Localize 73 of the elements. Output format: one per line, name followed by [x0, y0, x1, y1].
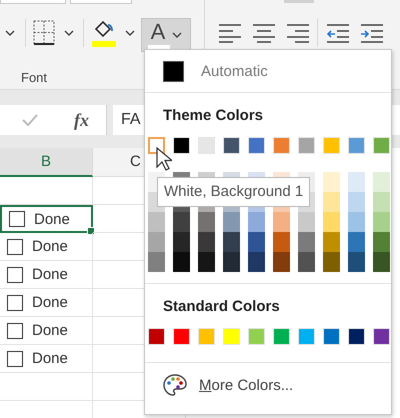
borders-icon[interactable]: [33, 20, 55, 46]
checkbox-label: Done: [34, 210, 70, 228]
color-swatch[interactable]: [373, 252, 390, 272]
fill-handle[interactable]: [87, 227, 95, 235]
color-swatch[interactable]: [323, 252, 340, 272]
color-swatch[interactable]: [373, 172, 390, 192]
color-swatch[interactable]: [248, 252, 265, 272]
color-swatch[interactable]: [348, 172, 365, 192]
enter-icon[interactable]: [22, 114, 38, 126]
color-swatch[interactable]: [373, 212, 390, 232]
insert-function-button[interactable]: fx: [74, 110, 89, 130]
color-swatch[interactable]: [348, 232, 365, 252]
color-swatch[interactable]: [348, 192, 365, 212]
font-color-button[interactable]: A: [141, 18, 191, 52]
checkbox[interactable]: [9, 211, 25, 227]
checkbox-label: Done: [32, 350, 68, 367]
color-swatch[interactable]: [323, 192, 340, 212]
color-swatch[interactable]: [223, 212, 240, 232]
color-swatch[interactable]: [348, 212, 365, 232]
checkbox[interactable]: [7, 266, 23, 282]
caret-icon[interactable]: [172, 32, 182, 38]
group-label: Font: [21, 70, 48, 85]
color-swatch[interactable]: [298, 252, 315, 272]
color-swatch[interactable]: [248, 212, 265, 232]
checkbox-label: Done: [32, 266, 68, 283]
color-swatch[interactable]: [373, 192, 390, 212]
color-swatch[interactable]: [198, 252, 215, 272]
color-swatch[interactable]: [198, 232, 215, 252]
color-swatch[interactable]: [173, 252, 190, 272]
chevron-icon[interactable]: [64, 30, 74, 36]
section-heading: Standard Colors: [162, 297, 281, 316]
section-heading: Theme Colors: [162, 106, 264, 125]
color-swatch[interactable]: [148, 232, 165, 252]
color-swatch[interactable]: [223, 232, 240, 252]
color-swatch[interactable]: [273, 252, 290, 272]
fill-color-icon[interactable]: [92, 19, 116, 47]
color-swatch[interactable]: [348, 252, 365, 272]
checkbox[interactable]: [7, 294, 23, 310]
color-swatch[interactable]: [248, 232, 265, 252]
color-swatch[interactable]: [323, 232, 340, 252]
color-swatch[interactable]: [148, 212, 165, 232]
checkbox[interactable]: [7, 238, 23, 254]
color-swatch[interactable]: [298, 232, 315, 252]
checkbox-label: Done: [32, 238, 68, 255]
color-swatch[interactable]: [173, 212, 190, 232]
color-swatch[interactable]: [373, 232, 390, 252]
color-swatch[interactable]: [173, 232, 190, 252]
checkbox[interactable]: [7, 322, 23, 338]
column-header[interactable]: B: [0, 148, 93, 177]
color-swatch[interactable]: [298, 212, 315, 232]
align-left-icon[interactable]: [219, 23, 241, 43]
chevron-icon[interactable]: [125, 30, 135, 36]
align-right-icon[interactable]: [287, 23, 309, 43]
color-swatch[interactable]: [323, 212, 340, 232]
mouse-pointer-icon: [156, 147, 172, 171]
color-swatch[interactable]: [223, 252, 240, 272]
decrease-indent-icon[interactable]: [327, 23, 349, 43]
tooltip: White, Background 1: [157, 177, 310, 207]
palette-icon: [163, 374, 187, 396]
checkbox-label: Done: [32, 322, 68, 339]
color-swatch[interactable]: [148, 137, 165, 154]
checkbox-label: Done: [32, 294, 68, 311]
chevron-icon[interactable]: [5, 30, 15, 36]
color-swatch[interactable]: [323, 172, 340, 192]
color-swatch[interactable]: [273, 232, 290, 252]
color-swatch[interactable]: [148, 252, 165, 272]
more-colors-option[interactable]: More Colors...: [199, 376, 294, 394]
color-swatch[interactable]: [273, 212, 290, 232]
checkbox[interactable]: [7, 350, 23, 366]
color-swatch[interactable]: [198, 212, 215, 232]
automatic-option[interactable]: Automatic: [145, 50, 391, 92]
increase-indent-icon[interactable]: [361, 23, 383, 43]
align-center-icon[interactable]: [253, 23, 275, 43]
